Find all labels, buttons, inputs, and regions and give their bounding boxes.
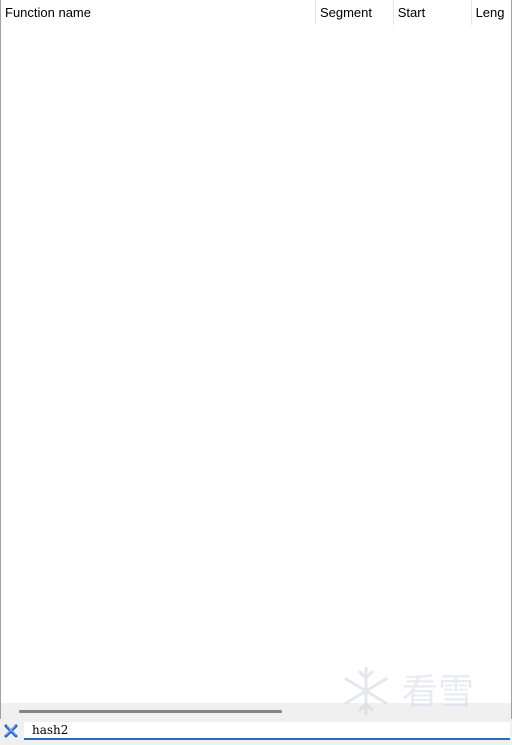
column-header-start[interactable]: Start	[394, 0, 472, 25]
close-x-icon[interactable]	[3, 723, 19, 739]
column-header-length[interactable]: Leng	[472, 0, 511, 25]
list-rows-area[interactable]	[1, 25, 511, 703]
functions-window: Function name Segment Start Leng 看雪	[0, 0, 512, 745]
column-header-function-name[interactable]: Function name	[1, 0, 316, 25]
horizontal-scrollbar[interactable]	[1, 703, 511, 719]
filter-input[interactable]	[24, 722, 510, 740]
horizontal-scrollbar-thumb[interactable]	[19, 710, 282, 713]
column-header-segment[interactable]: Segment	[316, 0, 394, 25]
functions-list[interactable]: Function name Segment Start Leng	[0, 0, 512, 719]
list-header: Function name Segment Start Leng	[1, 0, 511, 25]
filter-bar	[0, 720, 512, 745]
